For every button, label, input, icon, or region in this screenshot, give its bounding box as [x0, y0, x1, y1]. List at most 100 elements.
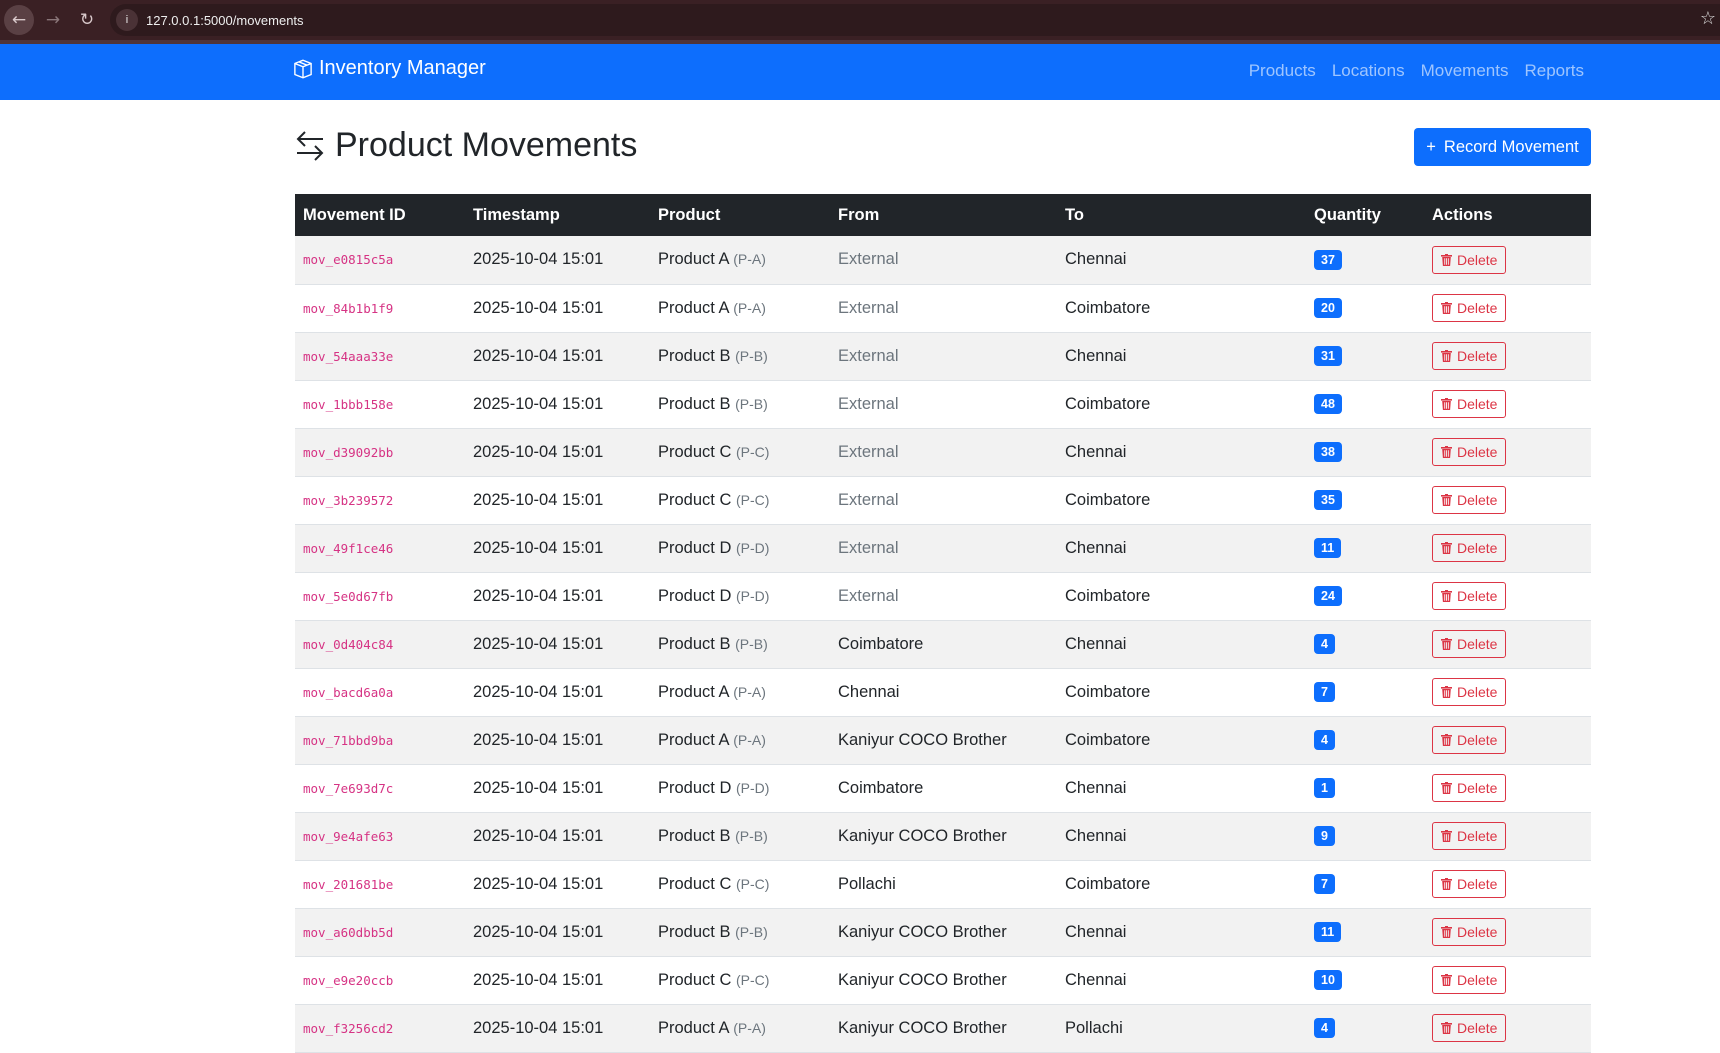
delete-button[interactable]: Delete [1432, 294, 1507, 322]
cell-product: Product A (P-A) [650, 284, 830, 333]
cell-id: mov_84b1b1f9 [295, 284, 465, 333]
delete-button[interactable]: Delete [1432, 630, 1507, 658]
trash-icon [1441, 830, 1452, 842]
cell-timestamp: 2025-10-04 15:01 [465, 812, 650, 861]
cell-quantity: 11 [1306, 908, 1424, 957]
delete-button[interactable]: Delete [1432, 582, 1507, 610]
cell-quantity: 4 [1306, 1004, 1424, 1053]
product-code: (P-A) [733, 299, 766, 316]
cell-actions: Delete [1424, 956, 1591, 1005]
product-name: Product B [658, 826, 731, 845]
table-row: mov_201681be 2025-10-04 15:01 Product C (P… [295, 860, 1591, 909]
cell-from: External [830, 236, 1057, 285]
delete-button[interactable]: Delete [1432, 1014, 1507, 1042]
quantity-badge: 24 [1314, 586, 1342, 606]
box-icon [294, 59, 312, 78]
delete-button[interactable]: Delete [1432, 438, 1507, 466]
reload-icon[interactable]: ↻ [72, 5, 102, 35]
page-heading: Product Movements [295, 126, 637, 165]
cell-actions: Delete [1424, 236, 1591, 285]
cell-to: Chennai [1057, 764, 1306, 813]
movement-id: mov_9e4afe63 [303, 828, 394, 844]
delete-label: Delete [1457, 1020, 1498, 1036]
cell-timestamp: 2025-10-04 15:01 [465, 764, 650, 813]
delete-button[interactable]: Delete [1432, 774, 1507, 802]
brand-link[interactable]: Inventory Manager [293, 57, 486, 80]
cell-from: External [830, 428, 1057, 477]
navbar: Inventory Manager Products Locations Mov… [0, 44, 1720, 100]
browser-toolbar: ← → ↻ i 127.0.0.1:5000/movements ☆ [0, 0, 1720, 44]
nav-locations[interactable]: Locations [1332, 61, 1405, 81]
record-movement-button[interactable]: + Record Movement [1414, 128, 1591, 166]
cell-quantity: 7 [1306, 668, 1424, 717]
product-code: (P-A) [733, 1019, 766, 1036]
delete-button[interactable]: Delete [1432, 486, 1507, 514]
delete-button[interactable]: Delete [1432, 245, 1507, 274]
cell-timestamp: 2025-10-04 15:01 [465, 428, 650, 477]
delete-button[interactable]: Delete [1432, 822, 1507, 850]
delete-label: Delete [1457, 876, 1498, 892]
cell-timestamp: 2025-10-04 15:01 [465, 668, 650, 717]
cell-from: Kaniyur COCO Brother [830, 908, 1057, 957]
site-info-icon[interactable]: i [116, 9, 138, 31]
cell-actions: Delete [1424, 284, 1591, 333]
movement-id: mov_3b239572 [303, 492, 394, 508]
table-row: mov_7e693d7c 2025-10-04 15:01 Product D (P… [295, 764, 1591, 813]
product-code: (P-A) [733, 251, 766, 268]
movement-id: mov_84b1b1f9 [303, 300, 394, 316]
nav-products[interactable]: Products [1249, 61, 1316, 81]
cell-timestamp: 2025-10-04 15:01 [465, 236, 650, 285]
cell-to: Chennai [1057, 908, 1306, 957]
cell-product: Product D (P-D) [650, 572, 830, 621]
back-icon[interactable]: ← [4, 5, 34, 35]
cell-product: Product A (P-A) [650, 668, 830, 717]
delete-button[interactable]: Delete [1432, 966, 1507, 994]
product-code: (P-B) [735, 635, 768, 652]
cell-quantity: 24 [1306, 572, 1424, 621]
cell-id: mov_9e4afe63 [295, 812, 465, 861]
delete-button[interactable]: Delete [1432, 534, 1507, 562]
cell-actions: Delete [1424, 332, 1591, 381]
product-name: Product A [658, 250, 729, 269]
quantity-badge: 4 [1314, 730, 1335, 750]
delete-label: Delete [1457, 444, 1498, 460]
column-header: Timestamp [465, 194, 650, 236]
trash-icon [1441, 253, 1452, 266]
movement-id: mov_0d404c84 [303, 636, 394, 652]
cell-timestamp: 2025-10-04 15:01 [465, 284, 650, 333]
movement-id: mov_5e0d67fb [303, 588, 394, 604]
delete-button[interactable]: Delete [1432, 342, 1507, 370]
cell-timestamp: 2025-10-04 15:01 [465, 332, 650, 381]
delete-button[interactable]: Delete [1432, 870, 1507, 898]
trash-icon [1441, 542, 1452, 554]
product-name: Product D [658, 586, 732, 605]
delete-button[interactable]: Delete [1432, 678, 1507, 706]
column-header: Quantity [1306, 194, 1424, 236]
forward-icon[interactable]: → [38, 5, 68, 35]
cell-timestamp: 2025-10-04 15:01 [465, 572, 650, 621]
trash-icon [1441, 686, 1452, 698]
address-bar[interactable]: i 127.0.0.1:5000/movements [110, 4, 1720, 36]
bookmark-star-icon[interactable]: ☆ [1700, 8, 1716, 29]
cell-timestamp: 2025-10-04 15:01 [465, 620, 650, 669]
quantity-badge: 11 [1314, 922, 1342, 942]
cell-product: Product B (P-B) [650, 332, 830, 381]
cell-quantity: 48 [1306, 380, 1424, 429]
delete-label: Delete [1457, 780, 1498, 796]
table-row: mov_0d404c84 2025-10-04 15:01 Product B (P… [295, 620, 1591, 669]
nav-reports[interactable]: Reports [1524, 61, 1584, 81]
cell-timestamp: 2025-10-04 15:01 [465, 476, 650, 525]
delete-button[interactable]: Delete [1432, 918, 1507, 946]
cell-actions: Delete [1424, 668, 1591, 717]
trash-icon [1441, 1022, 1452, 1034]
delete-label: Delete [1457, 396, 1498, 412]
cell-id: mov_71bbd9ba [295, 716, 465, 765]
nav-movements[interactable]: Movements [1421, 61, 1509, 81]
delete-button[interactable]: Delete [1432, 390, 1507, 418]
product-code: (P-A) [733, 683, 766, 700]
delete-button[interactable]: Delete [1432, 726, 1507, 754]
cell-quantity: 10 [1306, 956, 1424, 1005]
cell-quantity: 1 [1306, 764, 1424, 813]
cell-product: Product D (P-D) [650, 524, 830, 573]
trash-icon [1441, 590, 1452, 602]
